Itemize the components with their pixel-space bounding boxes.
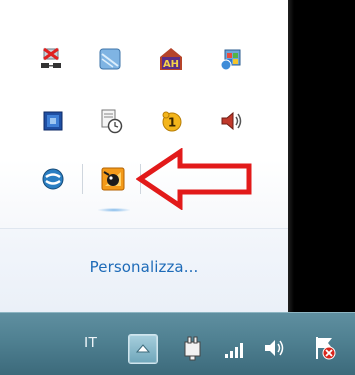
- windows-update-icon[interactable]: [218, 46, 244, 72]
- ah-app-label: AH: [163, 59, 179, 70]
- volume-icon[interactable]: [262, 334, 288, 362]
- notification-overflow-panel: AH 1 Personalizza...: [0, 0, 288, 313]
- action-center-flag-icon[interactable]: [312, 334, 338, 362]
- volume-speaker-icon[interactable]: [218, 108, 244, 134]
- signal-bars-icon[interactable]: [222, 334, 248, 362]
- document-clock-icon[interactable]: [98, 108, 124, 134]
- panel-shadow: [288, 0, 294, 312]
- hamster-app-icon[interactable]: [100, 166, 126, 192]
- sync-circle-icon[interactable]: [40, 166, 66, 192]
- taskbar: [0, 312, 355, 375]
- red-arrow-annotation-icon: [136, 148, 252, 210]
- chevron-up-icon: [135, 344, 151, 353]
- customize-link[interactable]: Personalizza...: [0, 258, 288, 276]
- power-plug-icon[interactable]: [180, 334, 206, 362]
- network-disconnected-icon[interactable]: [38, 46, 64, 72]
- language-indicator[interactable]: IT: [84, 334, 97, 351]
- selected-icon-highlight: [98, 208, 130, 212]
- window-app-icon[interactable]: [97, 46, 123, 72]
- blue-app-icon[interactable]: [40, 108, 66, 134]
- badge-count: 1: [168, 116, 176, 130]
- ah-app-icon[interactable]: AH: [158, 46, 184, 72]
- notification-badge-icon[interactable]: 1: [158, 108, 184, 134]
- show-hidden-icons-button[interactable]: [128, 334, 158, 364]
- icon-separator: [82, 164, 83, 194]
